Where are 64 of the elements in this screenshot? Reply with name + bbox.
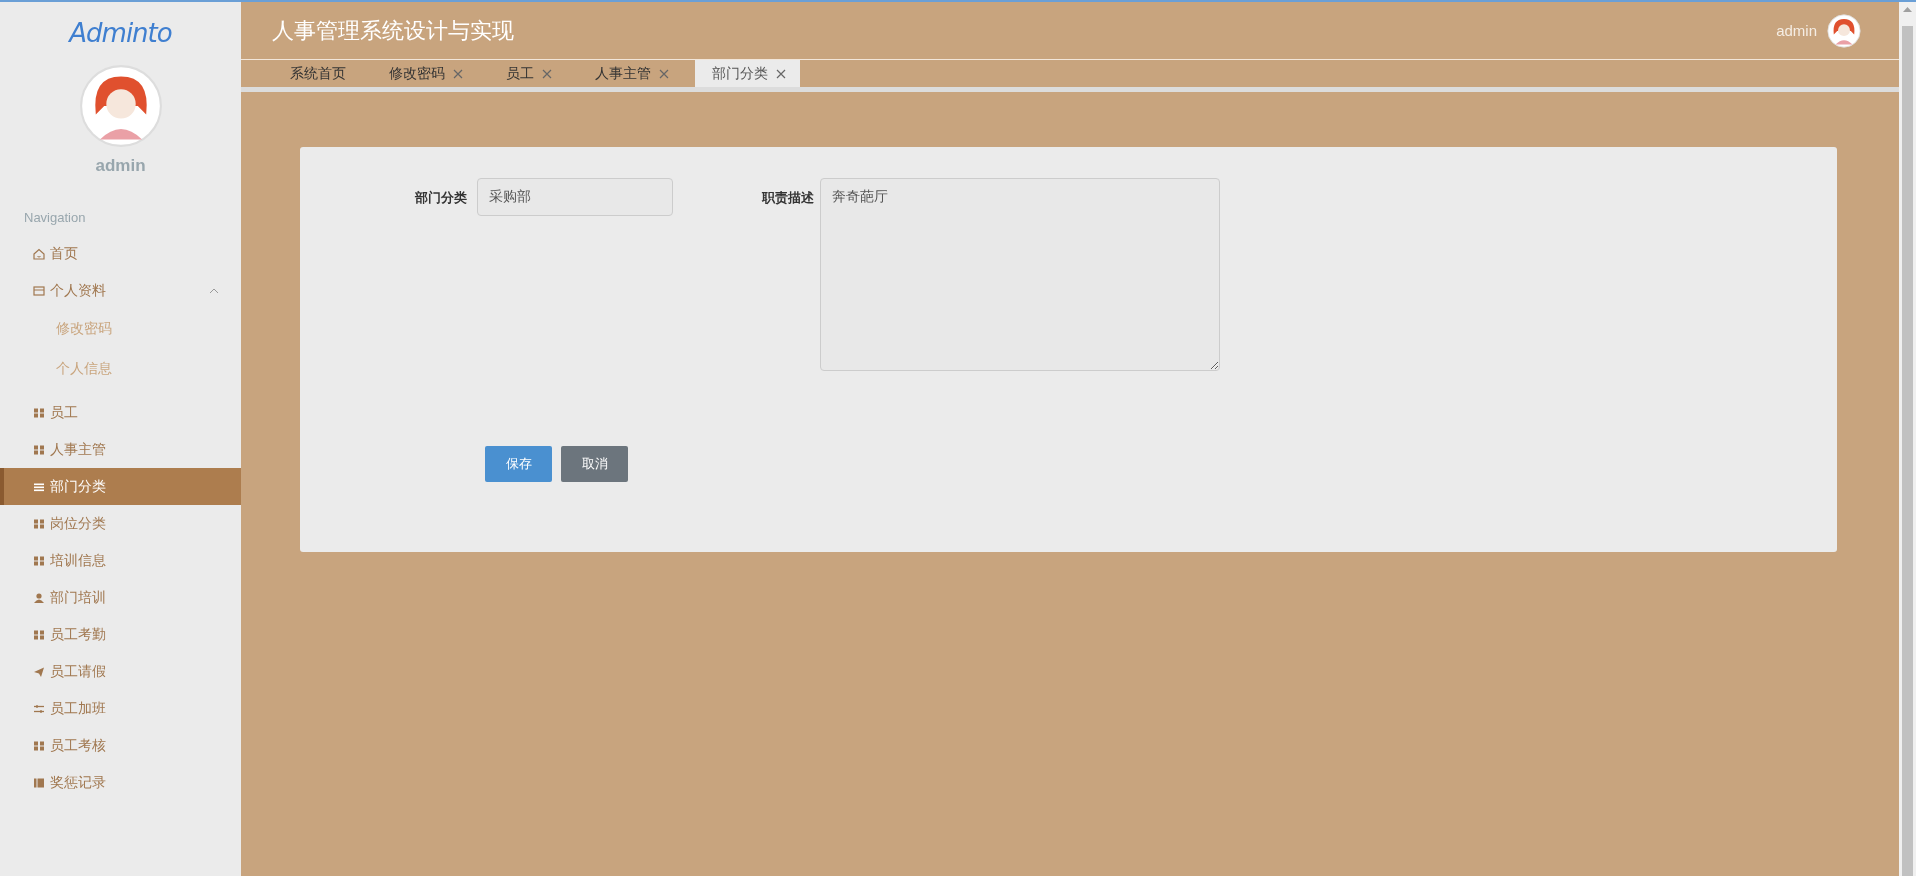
close-icon[interactable] — [542, 68, 552, 79]
nav-item-label: 部门培训 — [50, 588, 106, 607]
nav-item[interactable]: 岗位分类 — [0, 505, 241, 542]
nav-item[interactable]: 培训信息 — [0, 542, 241, 579]
nav-item-label: 首页 — [50, 244, 78, 263]
nav-item[interactable]: 员工考勤 — [0, 616, 241, 653]
close-icon[interactable] — [776, 68, 786, 79]
nav-item-label: 岗位分类 — [50, 514, 106, 533]
input-field[interactable]: 采购部 — [477, 178, 673, 216]
nav-item-label: 培训信息 — [50, 551, 106, 570]
person-icon — [33, 591, 45, 604]
user-name: admin — [95, 156, 146, 176]
grid-icon — [33, 554, 45, 567]
nav-item-label: 员工加班 — [50, 699, 106, 718]
tab[interactable]: 员工 — [489, 60, 566, 87]
nav-item[interactable]: 员工请假 — [0, 653, 241, 690]
sliders-icon — [33, 702, 45, 715]
card-icon — [33, 284, 45, 297]
nav-item[interactable]: 员工 — [0, 394, 241, 431]
nav-heading: Navigation — [24, 210, 87, 225]
nav-item[interactable]: 人事主管 — [0, 431, 241, 468]
nav-item-label: 奖惩记录 — [50, 773, 106, 792]
nav-subitem[interactable]: 个人信息 — [0, 349, 241, 389]
field-label: 职责描述 — [762, 189, 814, 207]
nav-subitem[interactable]: 修改密码 — [0, 309, 241, 349]
close-icon[interactable] — [453, 68, 463, 79]
textarea-field[interactable]: 奔奇葩厅 — [820, 178, 1220, 371]
tab[interactable]: 人事主管 — [578, 60, 683, 87]
nav-item-label: 员工请假 — [50, 662, 106, 681]
grid-icon — [33, 406, 45, 419]
nav-item[interactable]: 部门培训 — [0, 579, 241, 616]
nav-item[interactable]: 个人资料 — [0, 272, 241, 309]
app-title: 人事管理系统设计与实现 — [272, 16, 515, 45]
nav-item-label: 人事主管 — [50, 440, 106, 459]
grid-icon — [33, 628, 45, 641]
scroll-up-icon[interactable] — [1903, 6, 1912, 12]
logo[interactable]: Adminto — [69, 18, 172, 48]
tab[interactable]: 修改密码 — [372, 60, 477, 87]
user-name[interactable]: admin — [1776, 22, 1817, 39]
grid-icon — [33, 443, 45, 456]
grid-icon — [33, 739, 45, 752]
nav-item-label: 员工考核 — [50, 736, 106, 755]
nav-item-label: 个人资料 — [50, 281, 106, 300]
tab[interactable]: 系统首页 — [273, 60, 360, 87]
nav-item-label: 员工 — [50, 403, 78, 422]
nav-item[interactable]: 奖惩记录 — [0, 764, 241, 801]
nav-item-label: 员工考勤 — [50, 625, 106, 644]
save-button[interactable]: 保存 — [485, 446, 552, 482]
book-icon — [33, 776, 45, 789]
tab[interactable]: 部门分类 — [695, 60, 800, 87]
close-icon[interactable] — [659, 68, 669, 79]
field-label: 部门分类 — [415, 189, 467, 207]
scrollbar-thumb[interactable] — [1902, 26, 1913, 876]
nav-item-label: 部门分类 — [50, 477, 106, 496]
avatar — [1827, 13, 1861, 48]
nav-item[interactable]: 部门分类 — [0, 468, 241, 505]
home-icon — [33, 247, 45, 260]
nav-item[interactable]: 员工加班 — [0, 690, 241, 727]
cancel-button[interactable]: 取消 — [561, 446, 628, 482]
paper-plane-icon — [33, 665, 45, 678]
nav-item[interactable]: 首页 — [0, 235, 241, 272]
chevron-icon[interactable] — [209, 288, 219, 294]
nav-item[interactable]: 员工考核 — [0, 727, 241, 764]
grid-icon — [33, 517, 45, 530]
